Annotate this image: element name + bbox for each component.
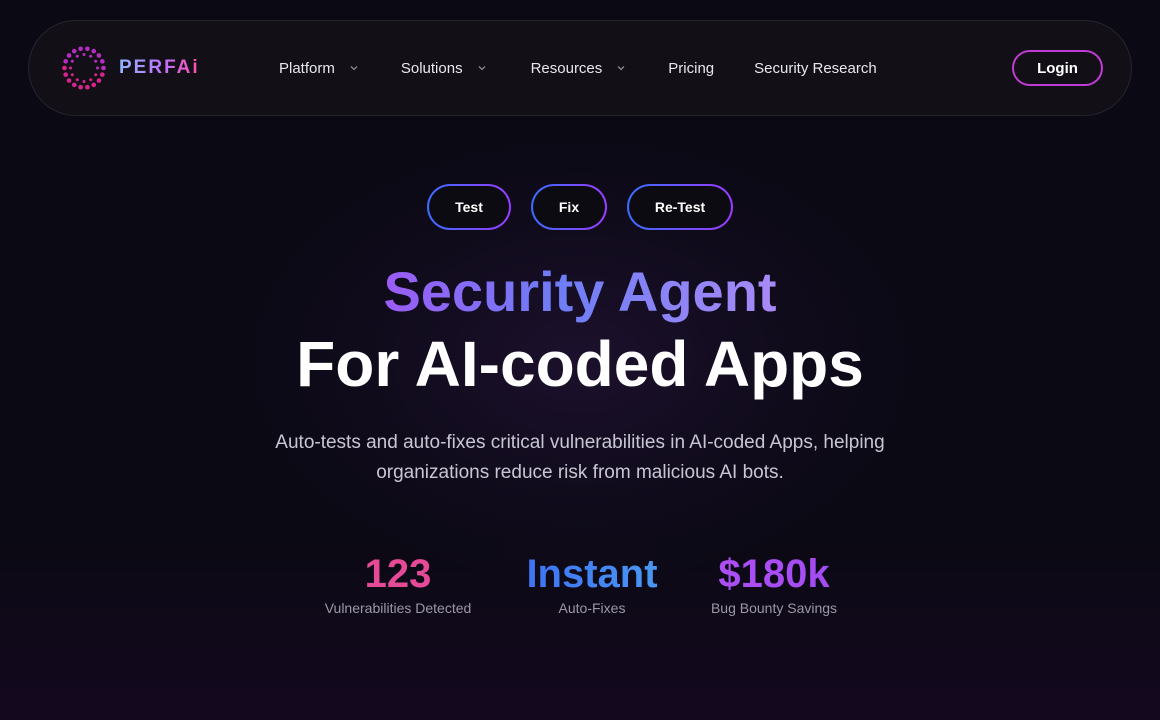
logo-dot [96, 53, 102, 58]
logo-dot [91, 48, 97, 54]
logo-dot [70, 73, 74, 77]
nav-item-label: Pricing [668, 59, 715, 77]
stat-value: Instant [512, 550, 672, 598]
logo-dot [85, 46, 90, 52]
logo-dot [71, 48, 77, 54]
stat-auto-fixes: Instant Auto-Fixes [512, 550, 672, 616]
logo-dot [85, 84, 90, 90]
logo-dot [75, 54, 79, 58]
stat-value: $180k [694, 550, 854, 598]
logo-dot [62, 65, 67, 71]
pill-test[interactable]: Test [427, 184, 511, 230]
logo-dot [96, 66, 99, 70]
nav-item-label: Solutions [400, 59, 463, 77]
logo-dot [66, 78, 72, 83]
pill-label: Test [429, 186, 509, 228]
logo-dot [63, 59, 68, 64]
logo-dot [100, 59, 105, 64]
nav-item-solutions[interactable]: Solutions [401, 60, 487, 77]
logo-dot [75, 78, 79, 82]
logo-dot [82, 53, 86, 56]
nav-links: Platform Solutions Resources Pricing Sec… [279, 21, 877, 115]
logo-dot [100, 72, 105, 77]
nav-item-pricing[interactable]: Pricing [668, 60, 714, 77]
nav-item-label: Platform [279, 59, 335, 77]
hero-title-highlight-text: Security Agent [383, 260, 777, 323]
logo-dot [78, 46, 83, 52]
logo-dot [78, 84, 83, 90]
top-navbar: PERFAi Platform Solutions Resources Pric… [28, 20, 1132, 116]
chevron-down-icon [478, 66, 486, 71]
brand-logo[interactable]: PERFAi [61, 45, 200, 91]
login-button[interactable]: Login [1012, 50, 1103, 86]
nav-item-resources[interactable]: Resources [531, 60, 627, 77]
logo-dot [89, 78, 93, 82]
stat-label: Auto-Fixes [558, 600, 626, 616]
stat-bug-bounty: $180k Bug Bounty Savings [694, 550, 854, 616]
logo-dot [101, 65, 106, 71]
pill-label: Re-Test [629, 186, 731, 228]
stat-value: 123 [364, 552, 432, 596]
nav-item-label: Security Research [754, 59, 877, 77]
logo-dot [69, 66, 72, 70]
pill-label: Fix [533, 186, 605, 228]
pill-retest[interactable]: Re-Test [627, 184, 733, 230]
logo-dot [94, 73, 98, 77]
stat-vulnerabilities: 123 Vulnerabilities Detected [308, 550, 488, 616]
logo-dot [66, 53, 72, 58]
chevron-down-icon [617, 66, 625, 71]
logo-dot [96, 78, 102, 83]
stat-label: Vulnerabilities Detected [324, 600, 472, 616]
nav-item-security-research[interactable]: Security Research [754, 60, 877, 77]
logo-dot [70, 59, 74, 63]
logo-dot [91, 82, 97, 88]
hero-title-highlight: Security Agent [0, 260, 1160, 324]
logo-dot [82, 80, 86, 83]
logo-dot [63, 72, 68, 77]
logo-dot [71, 82, 77, 88]
stat-label: Bug Bounty Savings [710, 600, 838, 616]
nav-item-label: Resources [530, 59, 603, 77]
chevron-down-icon [350, 66, 358, 71]
logo-dot [89, 54, 93, 58]
hero-title-main: For AI-coded Apps [296, 328, 864, 400]
nav-item-platform[interactable]: Platform [279, 60, 359, 77]
pill-fix[interactable]: Fix [531, 184, 607, 230]
logo-dot [94, 59, 98, 63]
logo-ring-icon [62, 46, 106, 90]
brand-name: PERFAi [119, 57, 200, 78]
hero-description: Auto-tests and auto-fixes critical vulne… [275, 432, 885, 483]
